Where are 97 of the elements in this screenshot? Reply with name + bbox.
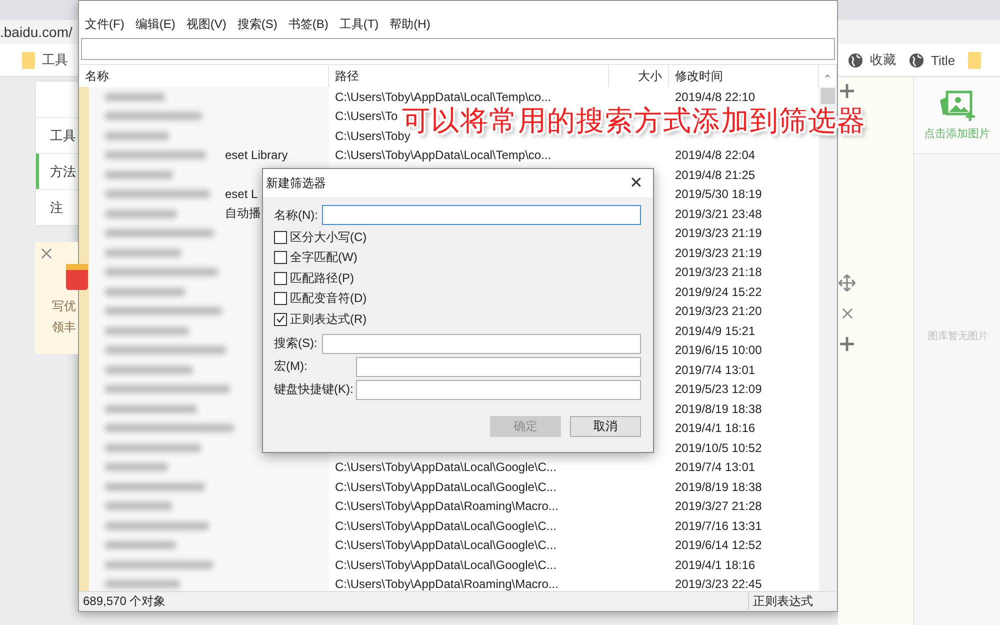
column-header[interactable]: 修改时间 (669, 65, 819, 87)
blurred-text (105, 210, 177, 218)
date-cell: 2019/4/8 22:10 (675, 90, 756, 104)
plus-icon[interactable] (840, 84, 854, 98)
text-field[interactable] (356, 356, 641, 376)
search-field[interactable] (81, 38, 835, 60)
bookmark-link[interactable]: Title (909, 52, 956, 68)
menu-item[interactable]: 书签(B) (288, 16, 328, 32)
date-cell: 2019/4/9 15:21 (675, 324, 756, 338)
file-name: eset L (223, 187, 258, 202)
scroll-up-icon[interactable] (825, 73, 830, 79)
menu-item[interactable]: 帮助(H) (390, 16, 430, 32)
field-label: 宏(M): (274, 358, 308, 375)
blurred-text (105, 502, 172, 510)
folder-icon (22, 52, 35, 68)
option-label: 正则表达式(R) (290, 310, 367, 328)
option-label: 全字匹配(W) (290, 249, 358, 266)
column-header[interactable]: 路径 (329, 65, 609, 87)
checkbox[interactable] (274, 312, 287, 326)
move-icon[interactable] (838, 274, 856, 292)
blurred-text (105, 463, 168, 472)
menu-item[interactable]: 工具(T) (339, 16, 379, 32)
blurred-text (105, 92, 165, 101)
option-label: 匹配变音符(D) (290, 290, 367, 308)
name-field[interactable] (322, 205, 641, 225)
globe-icon (909, 52, 924, 68)
close-icon[interactable] (842, 308, 853, 319)
date-cell: 2019/3/23 21:20 (675, 304, 762, 318)
date-cell: 2019/7/4 13:01 (675, 362, 756, 377)
text-field[interactable] (356, 380, 641, 400)
menu-item[interactable]: 文件(F) (85, 16, 124, 32)
text-field[interactable] (322, 334, 641, 354)
date-cell: 2019/9/24 15:22 (675, 284, 762, 299)
date-cell: 2019/3/27 21:28 (675, 499, 762, 514)
plus-icon[interactable] (840, 337, 854, 351)
path-cell: C:\Users\Toby\AppData\Local\Google\C... (335, 460, 556, 474)
path-cell: C:\Users\Toby\AppData\Local\Google\C... (335, 558, 556, 572)
date-cell: 2019/10/5 10:52 (675, 440, 762, 455)
date-cell: 2019/4/1 18:16 (675, 421, 756, 436)
path-cell: C:\Users\Toby\AppData\Local\Temp\co... (335, 148, 552, 162)
date-cell: 2019/6/14 12:52 (675, 538, 762, 552)
field-label: 键盘快捷键(K): (274, 381, 354, 398)
path-cell: C:\Users\To (335, 109, 398, 124)
address-bar[interactable]: .baidu.com/ (0, 20, 78, 44)
promo-text: 写优 (52, 298, 76, 315)
path-cell: C:\Users\Toby\AppData\Local\Google\C... (335, 538, 556, 552)
date-cell: 2019/4/8 21:25 (675, 168, 756, 182)
promo-text: 领丰 (52, 319, 76, 336)
path-cell: C:\Users\Toby\AppData\Local\Google\C... (335, 480, 556, 494)
globe-icon (848, 52, 863, 68)
blurred-text (105, 170, 173, 179)
blurred-text (105, 132, 169, 140)
path-cell: C:\Users\Toby\AppData\Local\Google\C... (335, 518, 556, 533)
date-cell: 2019/3/23 21:19 (675, 226, 762, 240)
dialog-button[interactable]: 取消 (570, 416, 641, 436)
date-cell: 2019/3/23 22:45 (675, 577, 762, 592)
date-cell: 2019/6/15 10:00 (675, 343, 762, 358)
checkbox[interactable] (274, 230, 287, 244)
date-cell: 2019/4/8 22:04 (675, 148, 756, 162)
checkbox[interactable] (274, 251, 287, 264)
path-cell: C:\Users\Toby\AppData\Local\Temp\co... (335, 90, 552, 104)
checkbox[interactable] (274, 292, 287, 306)
option-label: 匹配路径(P) (290, 270, 354, 287)
folder-icon (968, 52, 982, 68)
option-label: 区分大小写(C) (290, 228, 367, 246)
column-header[interactable]: 大小 (609, 65, 669, 87)
date-cell: 2019/8/19 18:38 (675, 402, 762, 416)
blurred-text (105, 541, 176, 550)
menu-item[interactable]: 编辑(E) (135, 16, 176, 32)
field-label: 名称(N): (274, 206, 319, 224)
file-name: eset Library (223, 148, 288, 162)
scrollbar-thumb[interactable] (821, 88, 835, 104)
close-icon[interactable] (41, 248, 52, 259)
checkmark-icon (276, 315, 285, 324)
date-cell: 2019/8/19 18:38 (675, 480, 762, 494)
date-cell: 2019/3/23 21:18 (675, 265, 762, 280)
dialog-title: 新建筛选器 (266, 174, 326, 192)
close-button[interactable]: ✕ (621, 171, 651, 195)
image-add-icon (938, 90, 976, 122)
date-cell: 2019/4/1 18:16 (675, 558, 756, 572)
menu-item[interactable]: 搜索(S) (237, 16, 278, 32)
envelope-icon (66, 264, 88, 290)
object-count: 689,570 个对象 (82, 593, 167, 610)
checkbox[interactable] (274, 272, 287, 285)
date-cell: 2019/3/21 23:48 (675, 206, 762, 221)
date-cell: 2019/5/30 18:19 (675, 187, 762, 202)
empty-text: 图库暂无图片 (928, 330, 989, 343)
field-label: 搜索(S): (274, 335, 318, 352)
search-mode: 正则表达式 (748, 593, 817, 610)
menu-item[interactable]: 视图(V) (186, 16, 226, 32)
bookmark-link[interactable]: 收藏 (848, 51, 896, 69)
date-cell: 2019/3/23 21:19 (675, 246, 762, 260)
date-cell: 2019/7/16 13:31 (675, 518, 762, 533)
path-cell: C:\Users\Toby\AppData\Roaming\Macro... (335, 499, 558, 514)
date-cell: 2019/5/23 12:09 (675, 382, 762, 396)
path-cell: C:\Users\Toby\AppData\Roaming\Macro... (335, 577, 558, 592)
date-cell: 2019/7/4 13:01 (675, 460, 756, 474)
